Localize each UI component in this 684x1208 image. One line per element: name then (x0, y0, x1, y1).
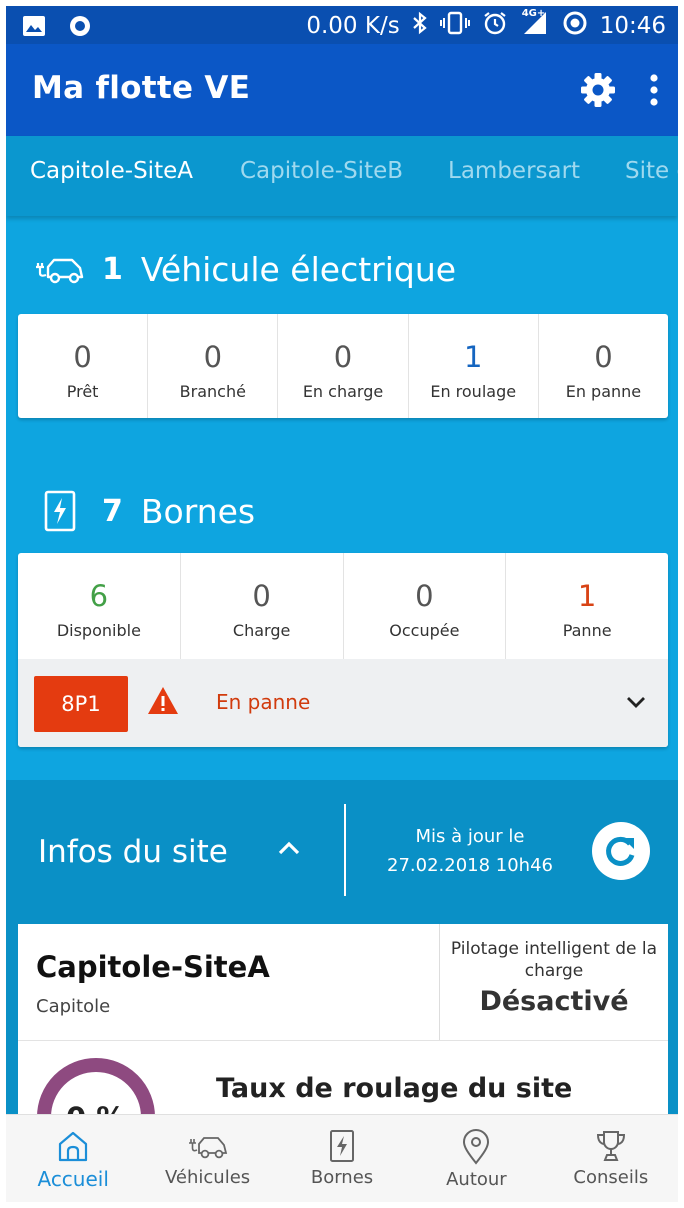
clock: 10:46 (599, 13, 666, 39)
tab-site-d[interactable]: Site d (625, 158, 678, 184)
updated-label: Mis à jour le (415, 826, 525, 847)
nav-label: Conseils (573, 1167, 649, 1188)
vehicles-label: Véhicule électrique (140, 250, 457, 289)
stat-label: En charge (302, 382, 384, 401)
sync-notification-icon (68, 14, 92, 42)
smart-charging-label: Pilotage intelligent de la charge (450, 939, 658, 981)
stat-value: 0 (203, 340, 223, 374)
vehicles-stats-card[interactable]: 0 Prêt 0 Branché 0 En charge 1 En roulag… (18, 314, 668, 418)
vehicle-stat-branche[interactable]: 0 Branché (148, 314, 279, 418)
site-group: Capitole (36, 996, 111, 1017)
stat-value: 0 (252, 579, 271, 613)
network-type: 4G+ (521, 8, 546, 19)
nav-bornes[interactable]: Bornes (275, 1115, 409, 1202)
electric-car-icon (36, 258, 84, 283)
stat-value: 1 (463, 340, 483, 374)
station-stat-disponible[interactable]: 6 Disponible (18, 553, 181, 659)
site-tabs: Capitole-SiteA Capitole-SiteB Lambersart… (6, 136, 678, 216)
status-bar: 0.00 K/s 4G+ 10:46 (6, 6, 678, 44)
more-vert-icon (650, 74, 658, 106)
vibrate-icon (439, 11, 470, 41)
stat-label: Prêt (66, 382, 99, 401)
station-stat-charge[interactable]: 0 Charge (181, 553, 344, 659)
usage-rate-title: Taux de roulage du site (216, 1073, 573, 1104)
alarm-icon (482, 10, 508, 42)
smart-charging-box: Pilotage intelligent de la charge Désact… (439, 924, 668, 1040)
vehicle-stat-en-panne[interactable]: 0 En panne (539, 314, 668, 418)
stat-label: Occupée (389, 621, 460, 640)
stat-value: 0 (594, 340, 613, 374)
gear-icon (581, 73, 615, 107)
stat-value: 0 (415, 579, 434, 613)
site-card: Capitole-SiteA Capitole Pilotage intelli… (18, 924, 668, 1040)
updated-info: Mis à jour le 27.02.2018 10h46 (356, 822, 584, 880)
trophy-icon (596, 1131, 625, 1161)
app-bar: Ma flotte VE (6, 44, 678, 136)
smart-charging-value: Désactivé (479, 986, 629, 1017)
stations-count: 7 (102, 493, 123, 529)
divider (344, 804, 346, 896)
stat-value: 1 (577, 579, 597, 613)
app-title: Ma flotte VE (32, 70, 251, 106)
vehicle-stat-en-roulage[interactable]: 1 En roulage (409, 314, 539, 418)
stations-label: Bornes (140, 491, 256, 531)
settings-button[interactable] (578, 70, 618, 110)
station-id-badge: 8P1 (34, 676, 128, 732)
vehicle-stat-en-charge[interactable]: 0 En charge (278, 314, 409, 418)
stat-label: En roulage (430, 382, 517, 401)
stat-value: 6 (89, 579, 109, 613)
station-alert-row[interactable]: 8P1 En panne (18, 659, 668, 747)
location-pin-icon (463, 1129, 490, 1165)
stat-label: Branché (179, 382, 246, 401)
signal-icon: 4G+ (520, 8, 550, 42)
vehicles-header: 1 Véhicule électrique (34, 250, 456, 289)
station-alert-text: En panne (216, 690, 311, 714)
chevron-up-icon[interactable] (276, 838, 302, 858)
nav-label: Véhicules (165, 1167, 251, 1188)
warning-icon (148, 687, 178, 714)
stations-header: 7 Bornes (44, 490, 255, 532)
chevron-down-icon[interactable] (624, 693, 648, 711)
more-options-button[interactable] (642, 70, 666, 110)
nav-autour[interactable]: Autour (409, 1115, 543, 1202)
updated-date: 27.02.2018 10h46 (387, 855, 553, 876)
stat-label: Charge (232, 621, 291, 640)
vehicles-count: 1 (102, 252, 123, 287)
stat-label: Disponible (56, 621, 141, 640)
nav-label: Bornes (310, 1167, 374, 1188)
charging-station-icon (44, 490, 76, 532)
tab-lambersart[interactable]: Lambersart (448, 158, 580, 184)
tab-capitole-siteb[interactable]: Capitole-SiteB (240, 158, 403, 184)
phone-screen: 0.00 K/s 4G+ 10:46 Ma flotte VE Capitole… (6, 6, 678, 1202)
refresh-button[interactable] (592, 822, 650, 880)
nav-label: Accueil (37, 1167, 109, 1191)
site-info-title: Infos du site (38, 834, 228, 870)
nav-label: Autour (446, 1169, 507, 1190)
image-notification-icon (22, 15, 46, 41)
nav-conseils[interactable]: Conseils (544, 1115, 678, 1202)
station-stat-panne[interactable]: 1 Panne (506, 553, 668, 659)
station-stat-occupee[interactable]: 0 Occupée (344, 553, 507, 659)
stat-value: 0 (333, 340, 353, 374)
vehicle-stat-pret[interactable]: 0 Prêt (18, 314, 149, 418)
data-saver-icon (562, 10, 588, 42)
site-name: Capitole-SiteA (36, 950, 270, 984)
nav-accueil[interactable]: Accueil (6, 1115, 140, 1202)
net-speed: 0.00 K/s (306, 13, 400, 39)
car-icon (188, 1137, 227, 1159)
home-icon (59, 1131, 88, 1162)
tab-capitole-sitea[interactable]: Capitole-SiteA (30, 158, 193, 184)
stat-label: En panne (565, 382, 642, 401)
refresh-icon (606, 836, 635, 866)
stat-value: 0 (73, 340, 92, 374)
charging-station-icon (330, 1130, 355, 1162)
stat-label: Panne (562, 621, 612, 640)
bluetooth-icon (412, 11, 428, 41)
bottom-navigation: Accueil Véhicules Bornes Autour Conseils (6, 1114, 678, 1202)
nav-vehicules[interactable]: Véhicules (140, 1115, 274, 1202)
stations-stats-card: 6 Disponible 0 Charge 0 Occupée 1 Panne … (18, 553, 668, 747)
